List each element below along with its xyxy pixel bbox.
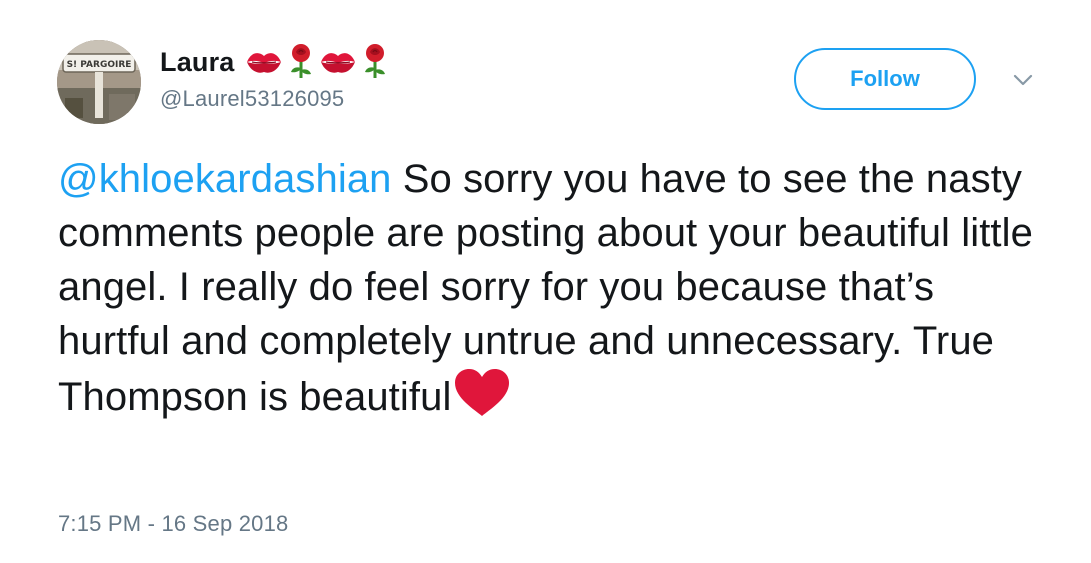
red-heart-icon (453, 368, 511, 432)
rose-icon (364, 44, 385, 78)
kiss-mark-icon (320, 53, 355, 73)
avatar-sign-text: S! PARGOIRE (67, 60, 132, 70)
name-row: Laura (160, 44, 389, 80)
avatar[interactable]: S! PARGOIRE (57, 40, 141, 124)
avatar-photo: S! PARGOIRE (57, 40, 141, 124)
mention-link[interactable]: @khloekardashian (58, 157, 392, 201)
follow-button[interactable]: Follow (794, 48, 976, 110)
name-emojis (245, 44, 389, 80)
user-handle[interactable]: @Laurel53126095 (160, 86, 389, 112)
tweet-card: S! PARGOIRE Laura @Laurel53126095 Follow… (0, 0, 1091, 563)
user-info: Laura @Laurel53126095 (160, 44, 389, 112)
tweet-timestamp[interactable]: 7:15 PM - 16 Sep 2018 (58, 511, 288, 537)
display-name[interactable]: Laura (160, 47, 235, 78)
chevron-down-icon[interactable] (1012, 72, 1034, 88)
rose-icon (290, 44, 311, 78)
tweet-text: @khloekardashian So sorry you have to se… (58, 152, 1048, 432)
kiss-mark-icon (246, 53, 281, 73)
